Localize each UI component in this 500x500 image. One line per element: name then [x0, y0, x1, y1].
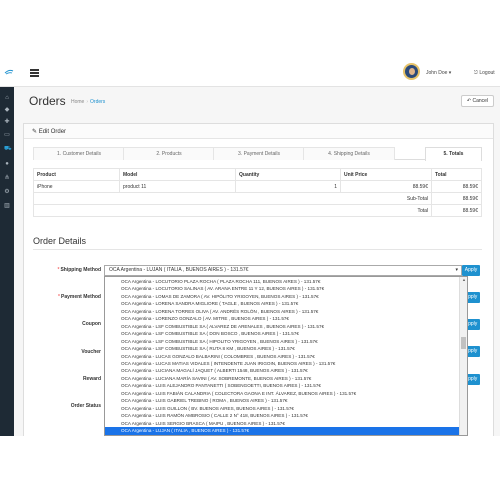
total-label: Total	[33, 204, 432, 217]
cart-icon[interactable]: ⛟	[4, 146, 12, 152]
product-quantity-cell: 1	[235, 180, 341, 193]
scroll-up-icon[interactable]: ▲	[461, 277, 467, 283]
hamburger-menu-icon[interactable]	[30, 69, 39, 77]
column-header-product: Product	[33, 168, 120, 181]
order-status-label: Order Status	[70, 403, 101, 409]
table-header-row: Product Model Quantity Unit Price Total	[33, 168, 482, 181]
page-title: Orders	[29, 94, 66, 108]
scrollbar-thumb[interactable]	[461, 337, 466, 349]
user-menu[interactable]: John Doe ▾	[426, 70, 451, 76]
product-total-cell: 88.59€	[431, 180, 482, 193]
column-header-unit-price: Unit Price	[340, 168, 432, 181]
logout-icon: ⎋	[474, 70, 478, 76]
avatar[interactable]	[403, 63, 420, 80]
top-header: John Doe ▾ ⎋ Logout	[0, 58, 500, 87]
breadcrumb-home[interactable]: Home	[71, 99, 84, 105]
chevron-down-icon: ▾	[455, 267, 458, 273]
dropdown-option-selected[interactable]: OCA Argentina - LUJAN ( ITALIA , BUENOS …	[105, 427, 461, 435]
product-name-cell: iPhone	[33, 180, 120, 193]
gear-icon[interactable]: ⚙	[4, 189, 10, 195]
table-row: iPhone product 11 1 88.59€ 88.59€	[33, 180, 482, 193]
product-unit-price-cell: 88.59€	[340, 180, 432, 193]
tag-icon[interactable]: ◆	[4, 107, 10, 113]
puzzle-icon[interactable]: ✚	[4, 119, 10, 125]
tab-payment-details[interactable]: 3. Payment Details	[213, 147, 305, 160]
column-header-model: Model	[119, 168, 236, 181]
logo-icon[interactable]	[4, 69, 14, 75]
tab-products[interactable]: 2. Products	[123, 147, 215, 160]
tab-customer-details[interactable]: 1. Customer Details	[33, 147, 125, 160]
shipping-options-dropdown[interactable]: OCA Argentina - LOCUTORIO PLAZA ROCHA ( …	[104, 276, 468, 436]
payment-method-label: *Payment Method	[58, 294, 101, 300]
total-row: Total 88.59€	[33, 204, 482, 217]
breadcrumb-orders[interactable]: Orders	[90, 99, 105, 105]
subtotal-value: 88.59€	[431, 192, 482, 205]
reward-label: Reward	[82, 376, 101, 382]
coupon-label: Coupon	[82, 321, 101, 327]
bar-chart-icon[interactable]: ▥	[4, 203, 10, 209]
total-value: 88.59€	[431, 204, 482, 217]
pencil-icon: ✎	[32, 129, 38, 135]
tab-totals[interactable]: 5. Totals	[425, 147, 482, 161]
product-model-cell: product 11	[119, 180, 236, 193]
monitor-icon[interactable]: ▭	[4, 132, 10, 138]
share-icon[interactable]: ⋔	[4, 175, 10, 181]
cancel-label: Cancel	[472, 98, 489, 104]
shipping-method-select[interactable]: OCA Argentina - LUJAN ( ITALIA , BUENOS …	[104, 265, 462, 276]
column-header-total: Total	[431, 168, 482, 181]
voucher-label: Voucher	[81, 349, 101, 355]
sidebar: ⌂ ◆ ✚ ▭ ⛟ ● ⋔ ⚙ ▥	[0, 87, 14, 436]
divider	[33, 249, 482, 250]
cancel-button[interactable]: ↶ Cancel	[461, 95, 494, 107]
reply-icon: ↶	[466, 98, 472, 104]
tab-shipping-details[interactable]: 4. Shipping Details	[303, 147, 395, 160]
dashboard-icon[interactable]: ⌂	[4, 95, 10, 101]
shipping-selected-value: OCA Argentina - LUJAN ( ITALIA , BUENOS …	[109, 267, 249, 273]
column-header-quantity: Quantity	[235, 168, 341, 181]
panel-title-text: Edit Order	[38, 129, 67, 135]
shipping-method-label: *Shipping Method	[57, 267, 102, 273]
panel-heading: ✎ Edit Order	[24, 124, 493, 139]
order-details-heading: Order Details	[33, 236, 87, 246]
logout-label: Logout	[479, 70, 495, 76]
subtotal-label: Sub-Total	[33, 192, 432, 205]
subtotal-row: Sub-Total 88.59€	[33, 192, 482, 205]
user-icon[interactable]: ●	[4, 161, 10, 167]
app-frame: John Doe ▾ ⎋ Logout ⌂ ◆ ✚ ▭ ⛟ ● ⋔ ⚙ ▥ Or…	[0, 58, 500, 436]
order-tabs: 1. Customer Details 2. Products 3. Payme…	[33, 147, 482, 161]
shipping-apply-button[interactable]: Apply	[462, 265, 480, 276]
breadcrumb: Home › Orders	[71, 99, 106, 105]
products-table: Product Model Quantity Unit Price Total …	[33, 168, 482, 217]
panel-title: ✎ Edit Order	[32, 128, 66, 135]
logout-link[interactable]: ⎋ Logout	[474, 70, 495, 76]
dropdown-scrollbar[interactable]: ▲	[459, 277, 467, 435]
